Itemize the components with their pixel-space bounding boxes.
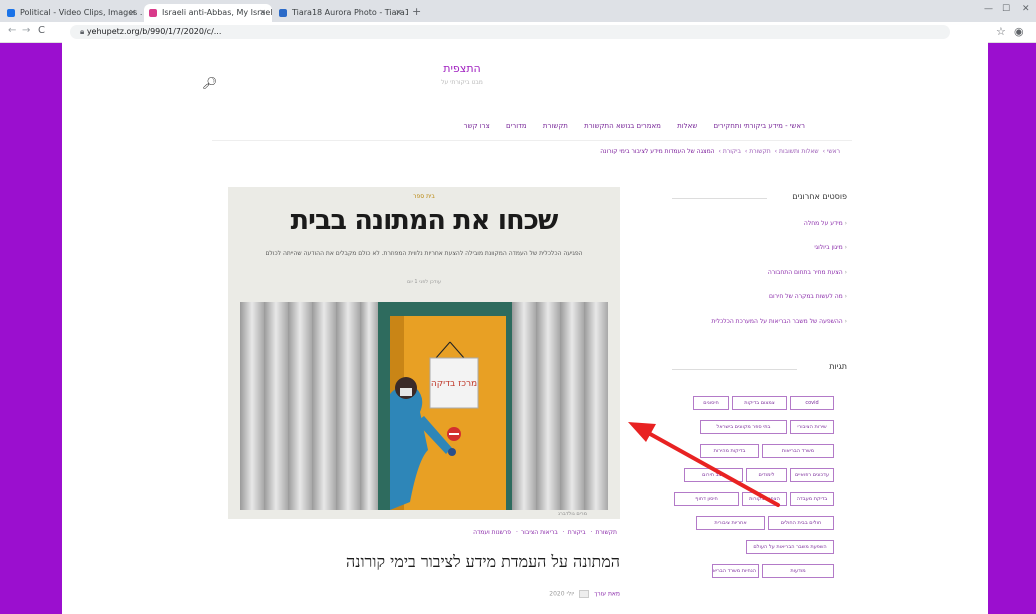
recent-posts-title: פוסטים אחרונים [792, 192, 847, 201]
tag-link[interactable]: עדכונים רפואיים [790, 468, 834, 482]
forward-icon[interactable]: → [22, 25, 30, 36]
article-photo: מרכז בדיקה [240, 302, 608, 510]
nav-item-media[interactable]: תקשורת [543, 122, 568, 130]
breadcrumb-item[interactable]: ראשי [827, 148, 840, 155]
article-standfirst: הפגיעה הכלכלית של העמדה המקוונת מובילה ל… [265, 250, 583, 257]
maximize-icon[interactable]: ☐ [1002, 4, 1010, 14]
breadcrumb-item[interactable]: תקשורת [749, 148, 770, 155]
tag-link[interactable]: צמצום בדיקות [732, 396, 787, 410]
site-tagline: מבט ביקורתי על [441, 79, 483, 86]
browser-tab[interactable]: Tiara18 Aurora Photo - Tiara18 ✕ [274, 4, 408, 22]
tag-link[interactable]: בדיקות מהירות [700, 444, 759, 458]
nav-divider [212, 140, 852, 141]
tag-link[interactable]: הצפה ובקורות [742, 492, 787, 506]
breadcrumb: ראשי› שאלות ותשובות› תקשורת› ביקורת› המצ… [600, 148, 840, 155]
close-tab-icon[interactable]: ✕ [395, 4, 402, 22]
tag-link[interactable]: לימודים [746, 468, 787, 482]
tag-link[interactable]: שירות הציבורי [790, 420, 834, 434]
tab-label: Political - Video Clips, Images ... [20, 8, 142, 17]
post-meta: מאת עורך יולי 2020 [442, 590, 620, 598]
recent-post-link[interactable]: ההשפעה של משבר הבריאות על המערכת הכלכלית [672, 318, 847, 325]
article-hero-image[interactable]: בית ספר שכחו את המתונה בבית הפגיעה הכלכל… [228, 187, 620, 519]
article-categories: תקשורת· ביקורת· בריאות הציבור· פרשנות וע… [473, 529, 617, 536]
article-meta: עודכן לפני 1 יום [406, 279, 442, 285]
recent-post-link[interactable]: מידע על מחלה [672, 220, 847, 227]
tag-link[interactable]: בדיקת מעבדה [790, 492, 834, 506]
tab-favicon-icon [7, 9, 15, 17]
breadcrumb-item[interactable]: ביקורת [723, 148, 741, 155]
profile-icon[interactable]: ◉ [1014, 25, 1024, 38]
tag-link[interactable]: בתי ספר מקוונים בישראל [700, 420, 787, 434]
recent-post-link[interactable]: מה לעשות במקרה של חירום [672, 293, 847, 300]
tag-link[interactable]: מודעות [762, 564, 834, 578]
nav-item-home[interactable]: ראשי - מידע ביקורתי ותחקירים [714, 122, 805, 130]
nav-item-contact[interactable]: צרו קשר [464, 122, 490, 130]
article-headline: שכחו את המתונה בבית [290, 205, 559, 236]
door-sign-text: מרכז בדיקה [431, 379, 477, 389]
star-icon[interactable]: ☆ [996, 25, 1006, 38]
recent-post-link[interactable]: הצעת מחיר בתחום התחבורה [672, 269, 847, 276]
photo-credit: מרים גולדברג [558, 511, 588, 517]
tag-link[interactable]: חיסונים [693, 396, 729, 410]
tag-link[interactable]: השפעת משבר הבריאות על העולם [746, 540, 834, 554]
browser-toolbar: ← → C 🔒︎ yehupetz.org/b/990/1/7/2020/c/.… [0, 22, 1036, 43]
tag-link[interactable]: מצב חירום [684, 468, 743, 482]
tag-link[interactable]: covid [790, 396, 834, 410]
recent-post-link[interactable]: מיגון ביולוגי [672, 244, 847, 251]
site-title[interactable]: התצפית [402, 62, 522, 75]
article-kicker: בית ספר [413, 193, 435, 200]
nav-item-columns[interactable]: מדורים [506, 122, 527, 130]
tag-link[interactable]: חולים בבית החולים [768, 516, 834, 530]
tag-link[interactable]: משרד הבריאות [762, 444, 834, 458]
post-date: יולי 2020 [549, 590, 575, 598]
search-icon[interactable]: 🔍︎ [202, 76, 217, 90]
category-link[interactable]: ביקורת [568, 529, 586, 536]
tab-favicon-icon [279, 9, 287, 17]
browser-tab-strip: Political - Video Clips, Images ... ✕ Is… [0, 0, 1036, 22]
web-page: 🔍︎ התצפית מבט ביקורתי על ראשי - מידע ביק… [62, 42, 988, 614]
minimize-icon[interactable]: — [984, 4, 993, 14]
widget-title-line [672, 198, 767, 199]
back-icon[interactable]: ← [8, 25, 16, 36]
tag-link[interactable]: חיסון דחוף [674, 492, 739, 506]
address-bar[interactable]: 🔒︎ yehupetz.org/b/990/1/7/2020/c/... [70, 25, 950, 39]
close-tab-icon[interactable]: ✕ [129, 4, 136, 22]
nav-item-media-articles[interactable]: מאמרים בנושא התקשורת [584, 122, 661, 130]
post-title[interactable]: המתונה על העמדת מידע לציבור בימי קורונה [228, 552, 620, 572]
tag-link[interactable]: אחריות ציבורית [696, 516, 765, 530]
new-tab-button[interactable]: + [412, 5, 421, 18]
tab-label: Israeli anti-Abbas, My Israel... [162, 8, 272, 17]
widget-title-line [672, 369, 797, 370]
address-url: yehupetz.org/b/990/1/7/2020/c/... [86, 27, 222, 36]
post-author[interactable]: מאת עורך [594, 591, 620, 598]
testing-booth-illustration: מרכז בדיקה [240, 302, 608, 510]
category-link[interactable]: בריאות הציבור [521, 529, 558, 536]
tab-favicon-icon [149, 9, 157, 17]
comment-count-icon [579, 590, 590, 598]
reload-icon[interactable]: C [38, 25, 45, 36]
breadcrumb-item[interactable]: שאלות ותשובות [779, 148, 819, 155]
browser-tab-active[interactable]: Israeli anti-Abbas, My Israel... ✕ [144, 4, 272, 22]
nav-item-questions[interactable]: שאלות [677, 122, 697, 130]
browser-tab[interactable]: Political - Video Clips, Images ... ✕ [2, 4, 142, 22]
close-window-icon[interactable]: ✕ [1022, 4, 1030, 14]
category-link[interactable]: פרשנות ועמדה [473, 529, 511, 536]
breadcrumb-current: המצגה של העמדות מידע לציבור בימי קורונה [600, 148, 715, 155]
lock-icon: 🔒︎ [80, 27, 87, 36]
close-tab-icon[interactable]: ✕ [259, 4, 266, 22]
main-navigation: ראשי - מידע ביקורתי ותחקירים שאלות מאמרי… [292, 122, 812, 134]
category-link[interactable]: תקשורת [596, 529, 617, 536]
tag-link[interactable]: הנחיות משרד הבריאות [712, 564, 759, 578]
tab-label: Tiara18 Aurora Photo - Tiara18 [292, 8, 408, 17]
